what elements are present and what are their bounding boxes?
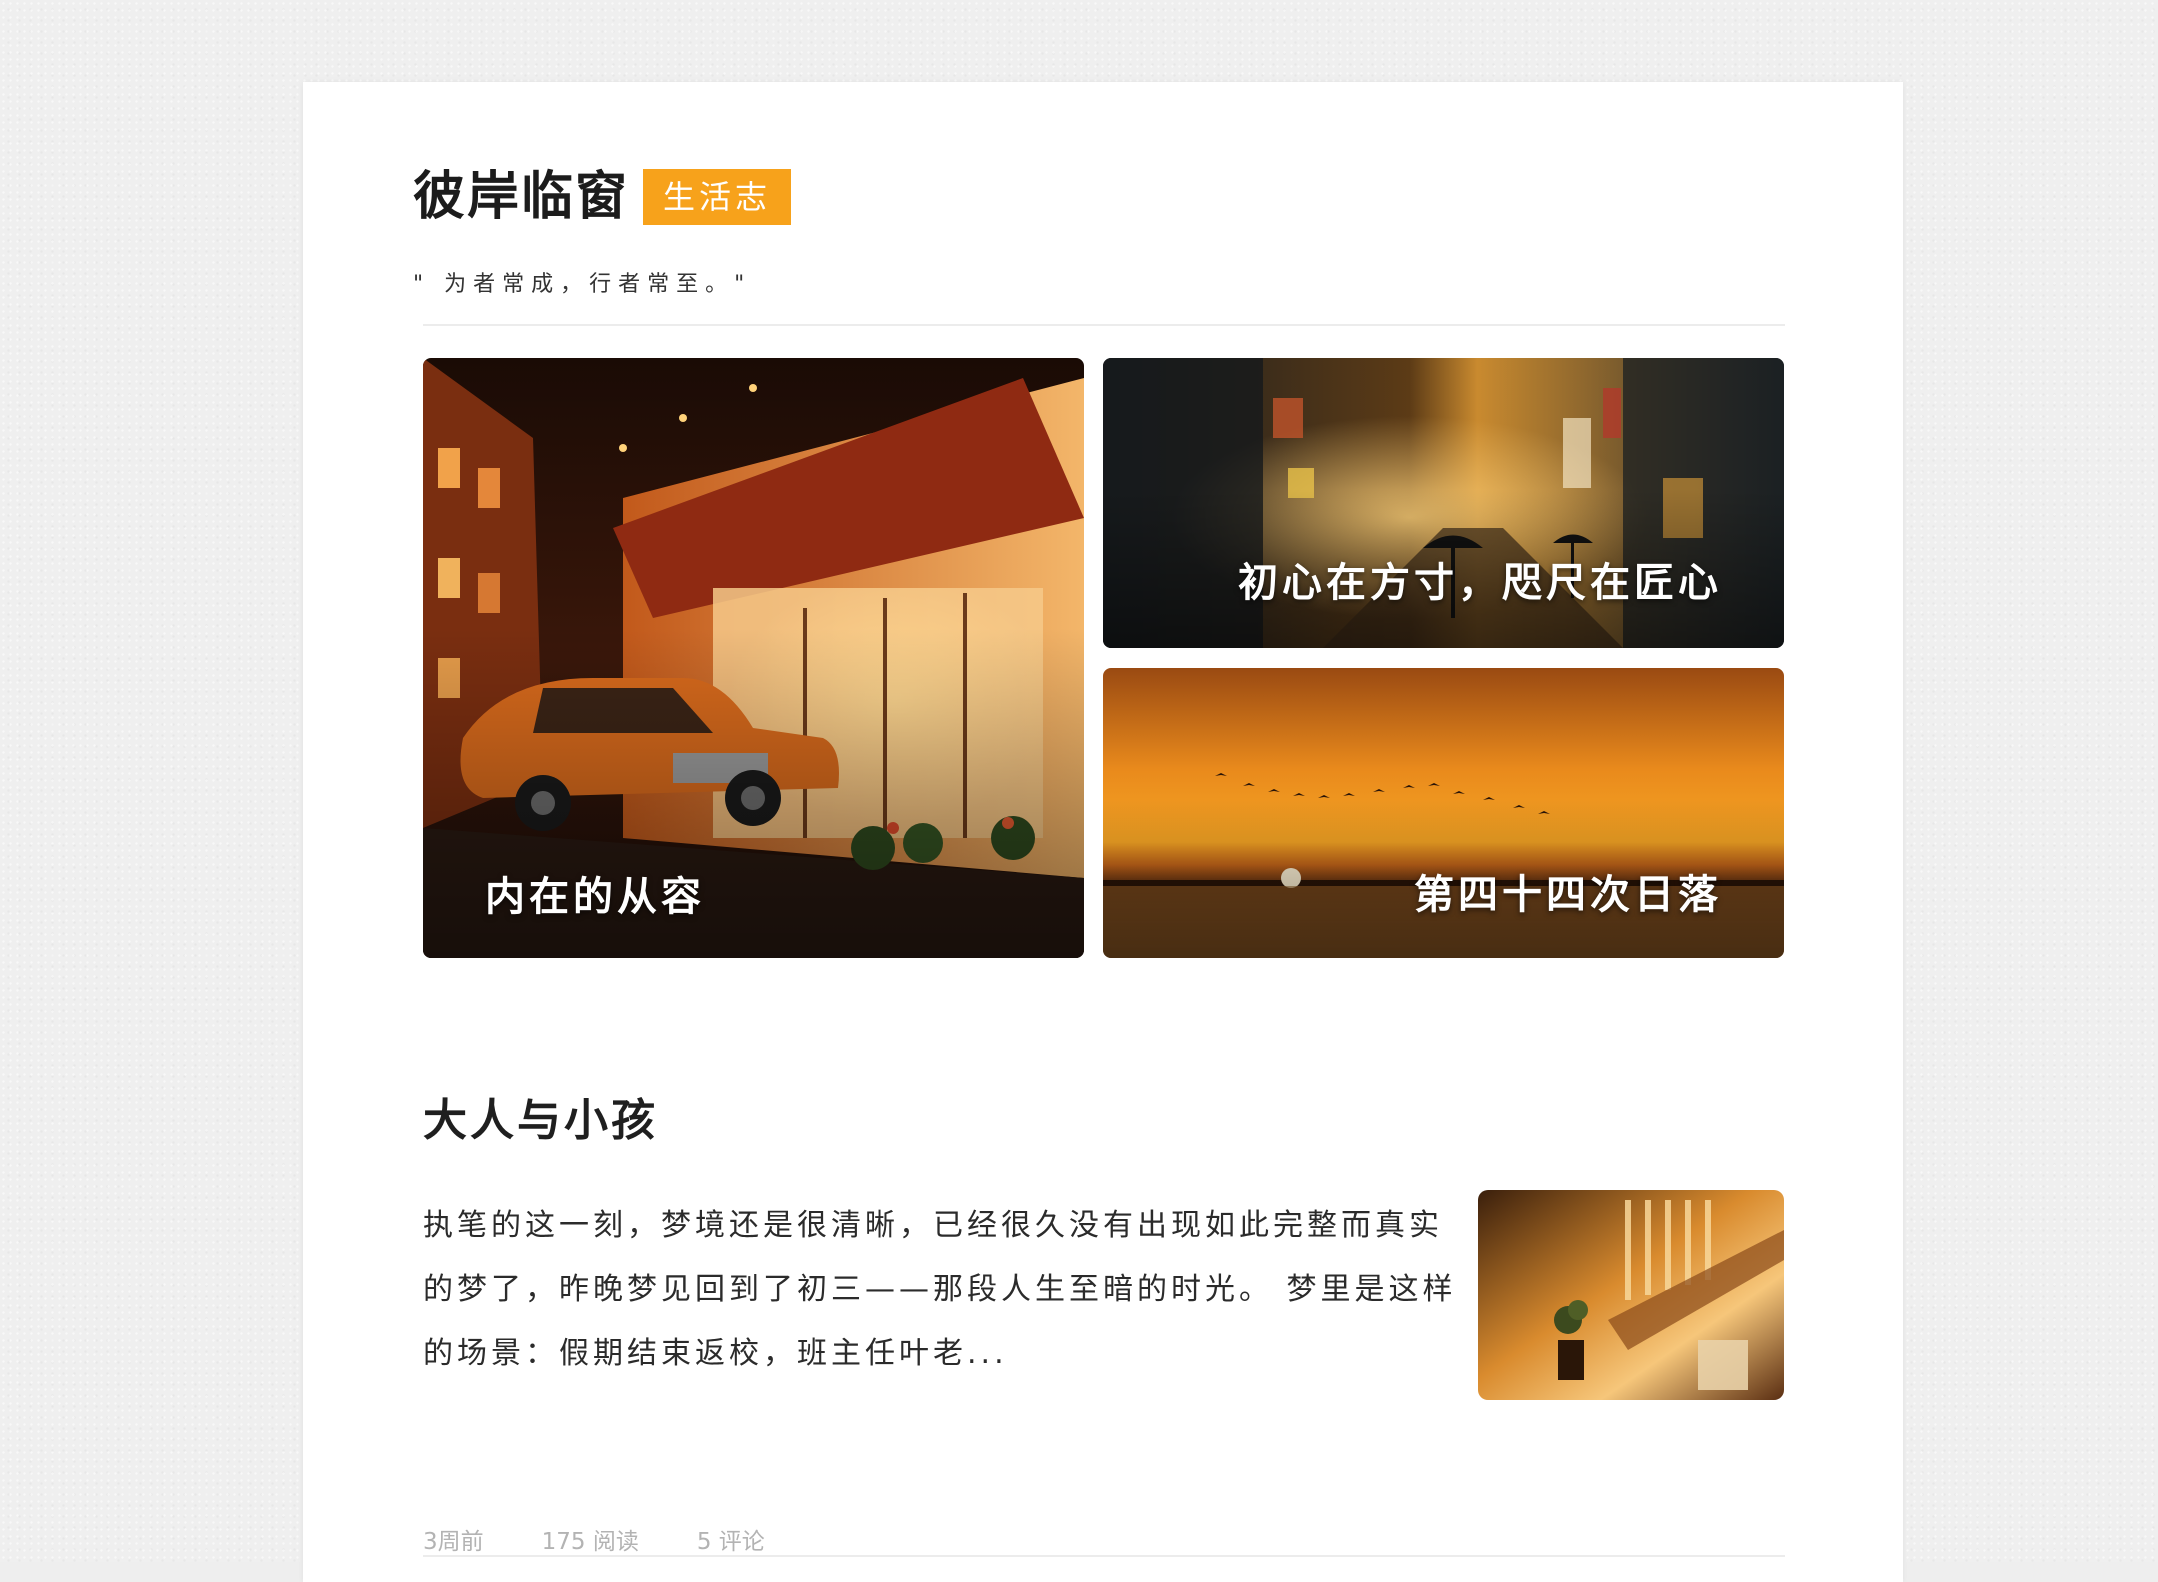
- post-reads: 175 阅读: [541, 1529, 639, 1555]
- site-header: 彼岸临窗 生活志: [413, 162, 1783, 232]
- post-meta: 3周前 175 阅读 5 评论: [423, 1522, 823, 1556]
- featured-caption[interactable]: 初心在方寸，咫尺在匠心: [1238, 550, 1722, 608]
- site-title[interactable]: 彼岸临窗: [413, 162, 629, 232]
- title-row: 彼岸临窗 生活志: [413, 162, 1783, 232]
- header-divider: [423, 324, 1785, 326]
- featured-tile-rainy-street[interactable]: 初心在方寸，咫尺在匠心: [1103, 358, 1784, 648]
- featured-caption[interactable]: 内在的从容: [485, 864, 705, 922]
- post-time: 3周前: [423, 1529, 484, 1555]
- site-motto: " 为者常成，行者常至。": [413, 272, 752, 297]
- featured-tile-cafe[interactable]: 内在的从容: [423, 358, 1084, 958]
- post-comments[interactable]: 5 评论: [697, 1522, 765, 1556]
- post-title[interactable]: 大人与小孩: [423, 1084, 658, 1148]
- category-tag[interactable]: 生活志: [643, 169, 792, 225]
- post-thumbnail[interactable]: [1478, 1190, 1784, 1400]
- staircase-image: [1478, 1190, 1784, 1400]
- post-excerpt[interactable]: 执笔的这一刻，梦境还是很清晰，已经很久没有出现如此完整而真实的梦了，昨晚梦见回到…: [423, 1194, 1463, 1386]
- featured-caption[interactable]: 第四十四次日落: [1414, 862, 1722, 920]
- post-divider: [423, 1555, 1785, 1557]
- main-card: 彼岸临窗 生活志 " 为者常成，行者常至。" 内在的从容 初心在方寸，咫尺在匠心…: [303, 82, 1903, 1582]
- featured-tile-sunset[interactable]: 第四十四次日落: [1103, 668, 1784, 958]
